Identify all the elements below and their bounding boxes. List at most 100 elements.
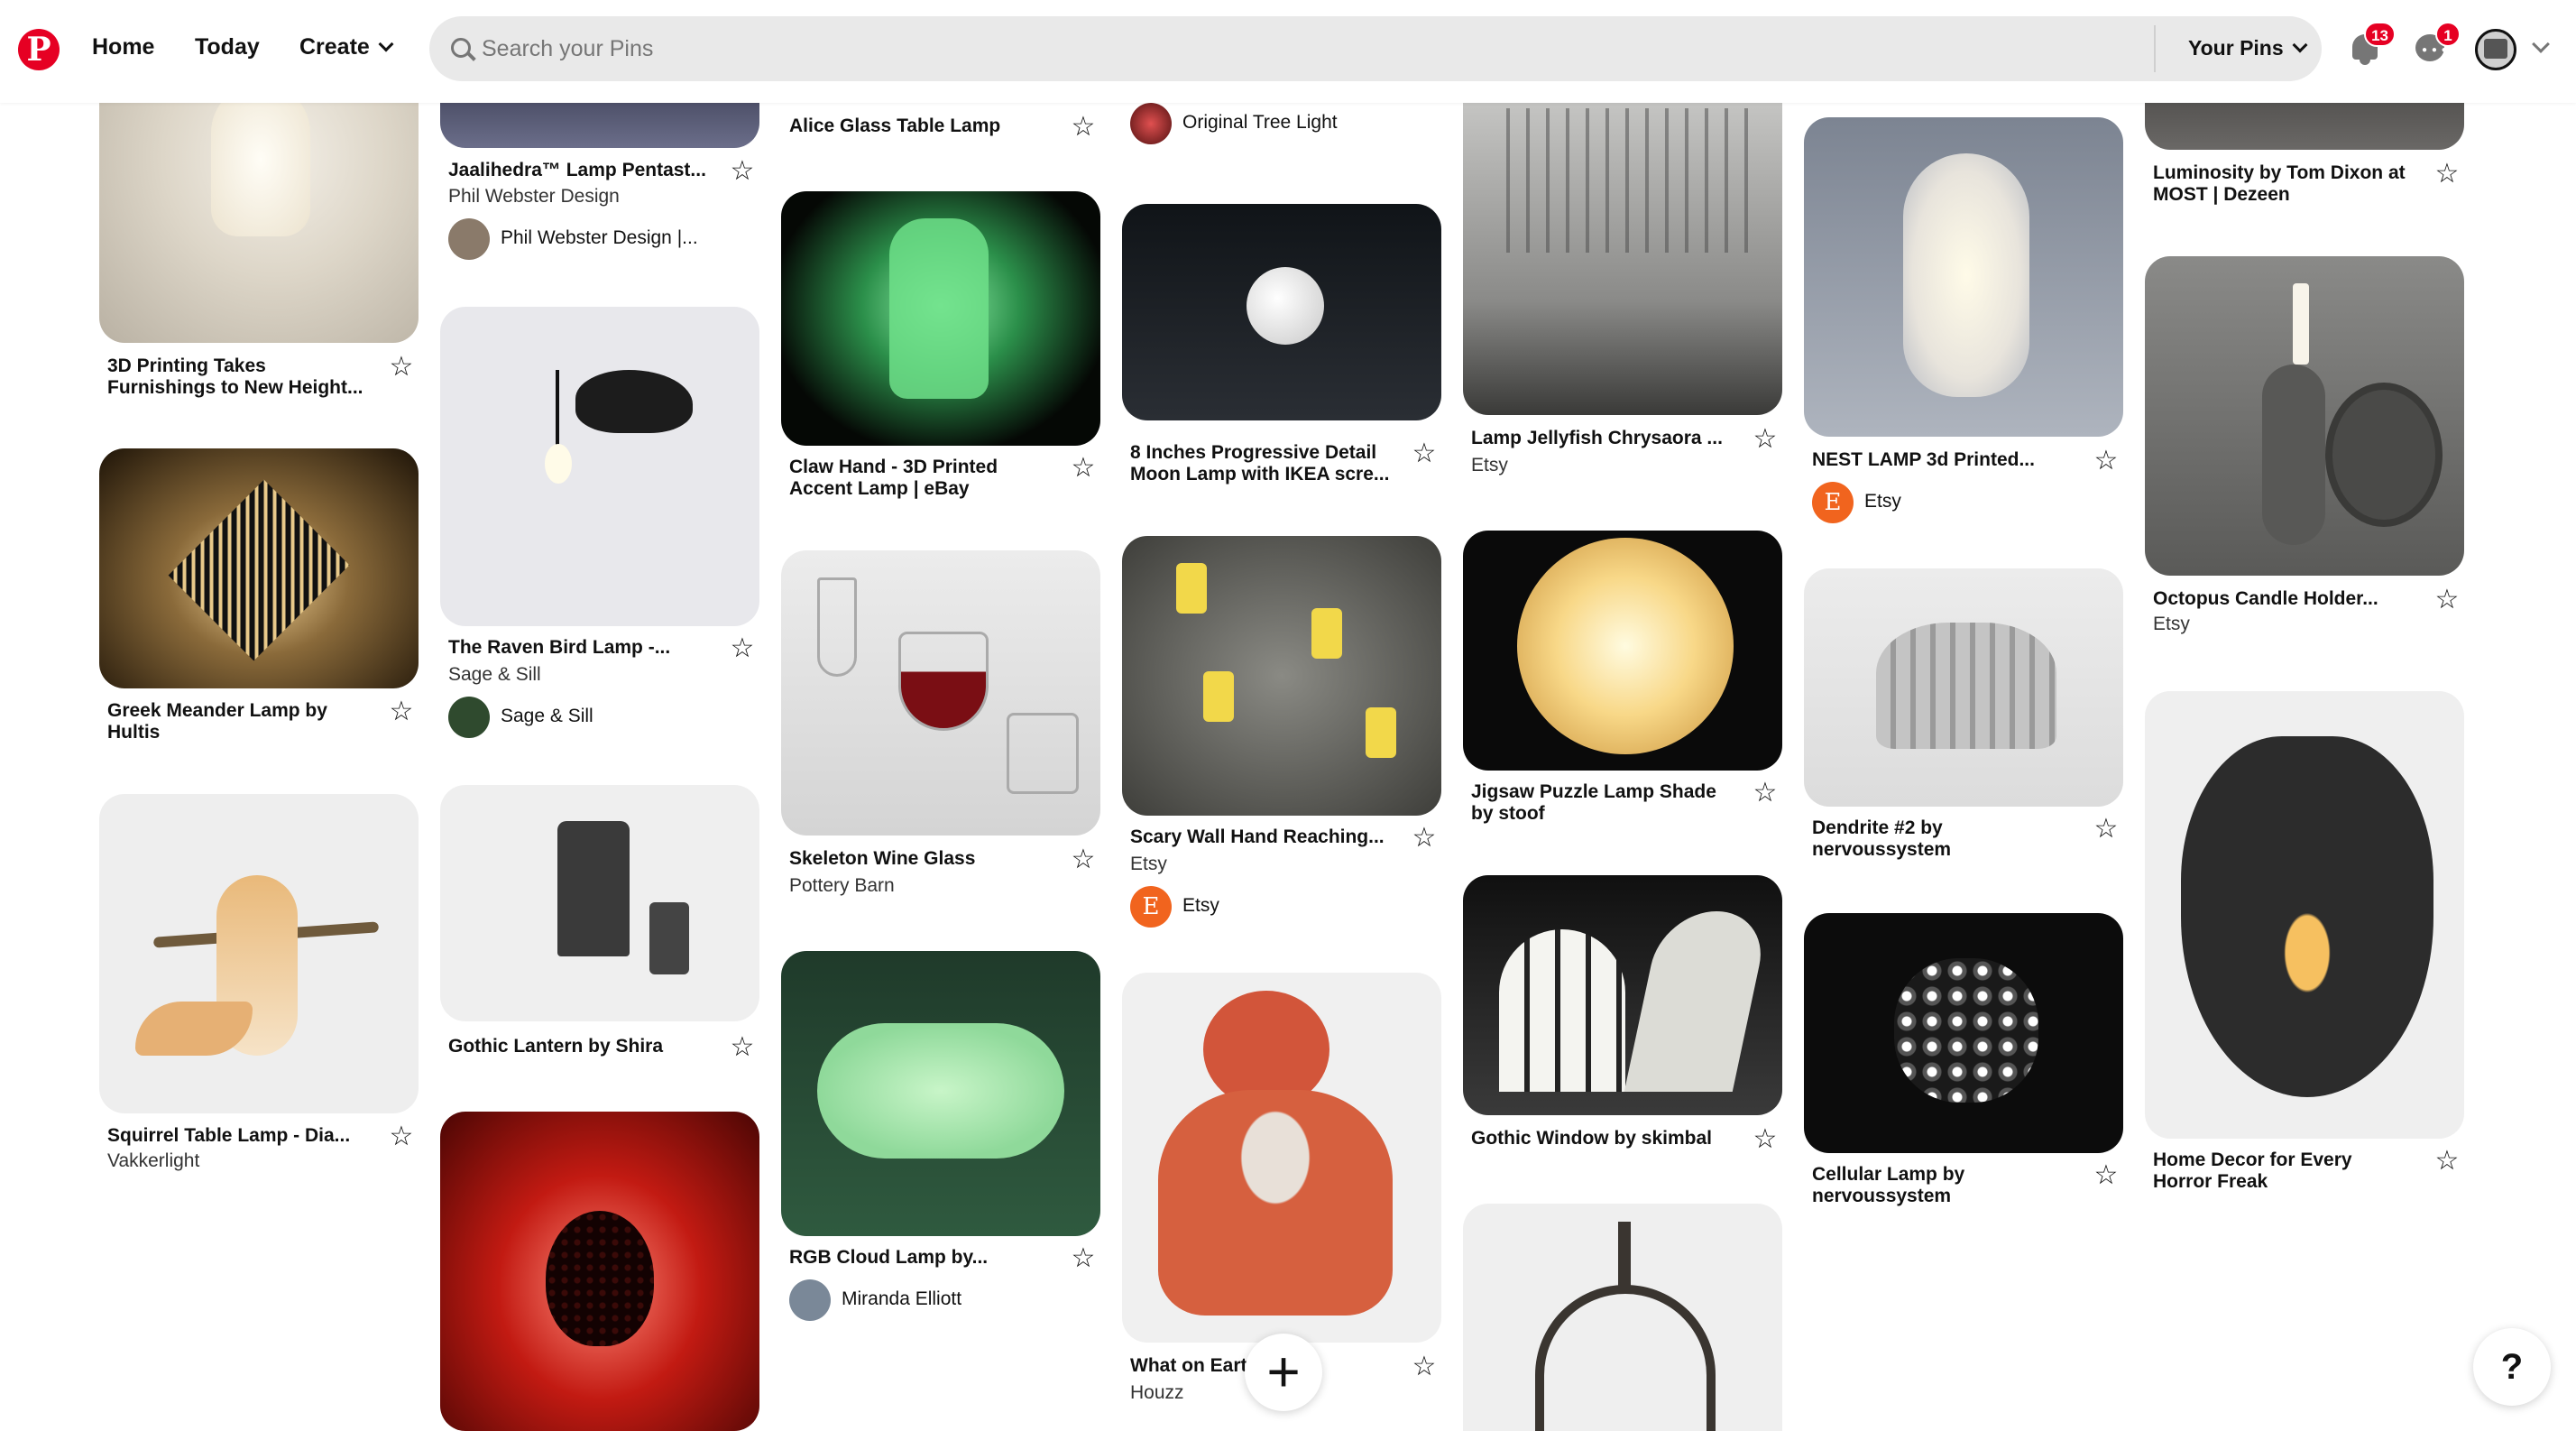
pin-title[interactable]: Octopus Candle Holder... [2153,588,2415,610]
star-outline-icon[interactable]: ☆ [729,635,756,662]
pin-title[interactable]: Alice Glass Table Lamp [789,115,1051,137]
pin-image[interactable] [440,307,759,626]
candle-shape [1203,671,1234,722]
tumbler-shape [1007,713,1079,794]
pin-image[interactable] [1804,568,2123,807]
candle-shape [1176,563,1207,614]
star-outline-icon[interactable]: ☆ [1411,825,1438,852]
pin-title[interactable]: NEST LAMP 3d Printed... [1812,449,2074,471]
pin-image[interactable] [99,794,419,1113]
help-button[interactable]: ? [2473,1328,2551,1406]
nav-create-label: Create [299,34,370,60]
gothic-window-shape [1624,911,1771,1092]
pin-title[interactable]: 8 Inches Progressive Detail Moon Lamp wi… [1130,442,1392,485]
pin-source: Etsy [2153,614,2190,634]
meander-lamp-shape [168,479,350,661]
star-outline-icon[interactable]: ☆ [1411,440,1438,467]
your-pins-label: Your Pins [2188,36,2284,60]
user-avatar[interactable] [2475,29,2516,70]
star-outline-icon[interactable]: ☆ [1070,114,1097,141]
pin-image[interactable] [1463,875,1782,1115]
user-name: Miranda Elliott [842,1288,962,1309]
pin-title[interactable]: Jigsaw Puzzle Lamp Shade by stoof [1471,781,1733,825]
star-outline-icon[interactable]: ☆ [2433,586,2461,614]
pin-image[interactable] [2145,691,2464,1139]
pin-image[interactable] [99,448,419,688]
star-outline-icon[interactable]: ☆ [1070,846,1097,873]
pin-title[interactable]: Squirrel Table Lamp - Dia... [107,1125,369,1147]
messages-button[interactable]: ● ● ● 1 [2408,22,2461,70]
claw-hand-shape [889,218,989,399]
pin-title[interactable]: Jaalihedra™ Lamp Pentast... [448,160,710,181]
add-pin-button[interactable]: + [1245,1334,1322,1411]
star-outline-icon[interactable]: ☆ [2433,161,2461,188]
pin-title[interactable]: Lamp Jellyfish Chrysaora ... [1471,428,1733,449]
notifications-button[interactable]: 13 [2343,22,2396,70]
pin-title[interactable]: 3D Printing Takes Furnishings to New Hei… [107,355,369,399]
pinterest-logo-icon[interactable]: P [18,29,60,70]
pin-title[interactable]: Gothic Window by skimbal [1471,1128,1733,1149]
pin-title[interactable]: Cellular Lamp by nervoussystem [1812,1164,2074,1207]
gothic-arch-shape [1535,1285,1716,1431]
pin-title[interactable]: Gothic Lantern by Shira [448,1036,710,1057]
pin-image[interactable] [440,785,759,1021]
pin-user[interactable]: Sage & Sill [448,697,755,738]
pin-title[interactable]: Claw Hand - 3D Printed Accent Lamp | eBa… [789,457,1051,500]
notifications-badge: 13 [2364,22,2396,47]
star-outline-icon[interactable]: ☆ [388,1123,415,1150]
pin-image[interactable] [440,1112,759,1431]
pin-title[interactable]: Dendrite #2 by nervoussystem [1812,817,2074,861]
messages-badge: 1 [2435,22,2461,47]
search-input[interactable] [482,29,2105,69]
star-outline-icon[interactable]: ☆ [388,354,415,381]
pin-user[interactable]: E Etsy [1812,482,2119,523]
pin-image[interactable] [1463,1204,1782,1431]
user-avatar [1130,103,1172,144]
star-outline-icon[interactable]: ☆ [2093,1162,2120,1189]
star-outline-icon[interactable]: ☆ [1752,780,1779,807]
pin-source: Etsy [1471,455,1508,475]
pin-source: Vakkerlight [107,1150,200,1171]
nav-home-link[interactable]: Home [92,34,154,60]
bell-clapper [2360,60,2370,65]
account-menu-chevron-icon[interactable] [2532,35,2550,53]
star-outline-icon[interactable]: ☆ [1752,426,1779,453]
pin-image[interactable] [781,191,1100,446]
pin-user[interactable]: E Etsy [1130,886,1437,928]
star-outline-icon[interactable]: ☆ [729,158,756,185]
pin-user[interactable]: Phil Webster Design |... [448,218,755,260]
pin-user[interactable]: Original Tree Light [1130,103,1437,144]
star-outline-icon[interactable]: ☆ [2093,816,2120,843]
star-outline-icon[interactable]: ☆ [729,1034,756,1061]
pin-title[interactable]: Home Decor for Every Horror Freak [2153,1149,2415,1193]
star-outline-icon[interactable]: ☆ [1070,455,1097,482]
pin-title[interactable]: Skeleton Wine Glass [789,848,1051,870]
pin-source: Etsy [1130,854,1167,874]
pin-image[interactable] [1463,531,1782,771]
pin-image[interactable] [1804,913,2123,1153]
pin-user[interactable]: Miranda Elliott [789,1279,1096,1321]
star-outline-icon[interactable]: ☆ [1411,1353,1438,1380]
your-pins-filter-dropdown[interactable]: Your Pins [2188,36,2308,60]
pin-title[interactable]: The Raven Bird Lamp -... [448,637,710,659]
pin-image[interactable] [781,550,1100,836]
star-outline-icon[interactable]: ☆ [2093,448,2120,475]
star-outline-icon[interactable]: ☆ [1752,1126,1779,1153]
nav-create-menu[interactable]: Create [299,34,394,60]
pin-title[interactable]: RGB Cloud Lamp by... [789,1247,1051,1269]
nav-today-link[interactable]: Today [195,34,260,60]
pin-title[interactable]: Luminosity by Tom Dixon at MOST | Dezeen [2153,162,2415,206]
chevron-down-icon [378,36,394,52]
pin-title[interactable]: Greek Meander Lamp by Hultis [107,700,369,743]
pin-image[interactable] [1122,973,1441,1343]
star-outline-icon[interactable]: ☆ [2433,1148,2461,1175]
pin-image[interactable] [1122,204,1441,420]
star-outline-icon[interactable]: ☆ [388,698,415,725]
pin-image[interactable] [2145,256,2464,576]
pin-image[interactable] [1122,536,1441,816]
pin-title[interactable]: Scary Wall Hand Reaching... [1130,826,1392,848]
pin-image[interactable] [1804,117,2123,437]
pin-image[interactable] [781,951,1100,1236]
star-outline-icon[interactable]: ☆ [1070,1245,1097,1272]
candle-shape [2293,283,2309,365]
